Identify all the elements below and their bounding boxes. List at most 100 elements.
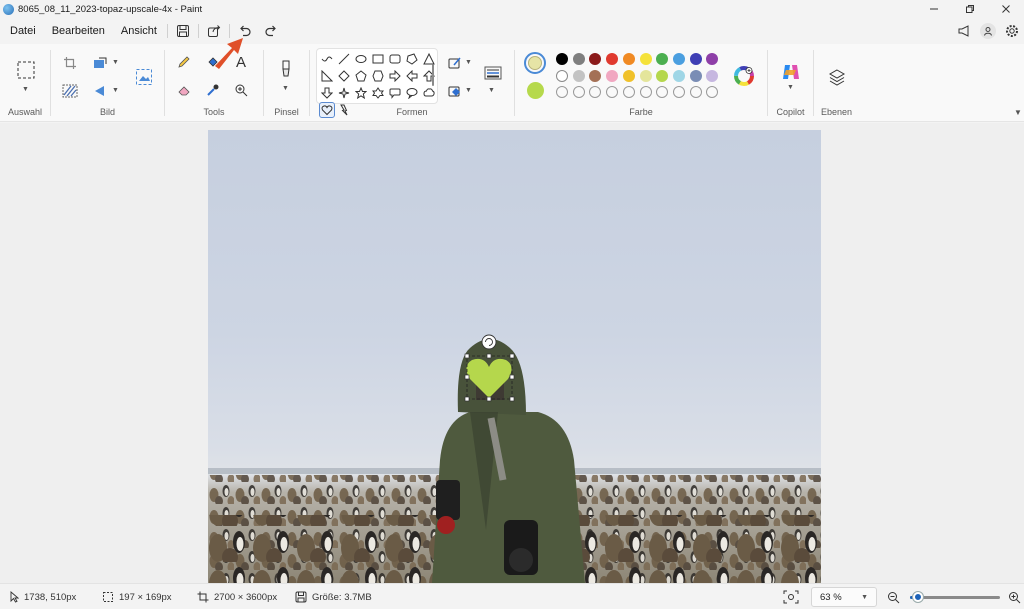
color-swatch[interactable] [556, 53, 568, 65]
menu-view[interactable]: Ansicht [113, 18, 165, 44]
shape-curve[interactable] [319, 51, 335, 67]
settings-button[interactable] [1000, 18, 1024, 44]
minimize-button[interactable] [916, 0, 952, 18]
redo-button[interactable] [258, 18, 284, 44]
primary-color-button[interactable] [524, 52, 546, 74]
down-arrow-shape-icon [321, 87, 333, 99]
zoom-in-button[interactable] [1008, 584, 1024, 609]
color-swatch[interactable] [606, 53, 619, 65]
shape-right-triangle[interactable] [319, 68, 335, 84]
flip-button[interactable] [89, 80, 111, 102]
image-canvas[interactable] [208, 130, 821, 583]
shape-outline-button[interactable] [444, 52, 466, 74]
custom-color-slot[interactable] [639, 86, 652, 98]
zoom-slider-thumb[interactable] [913, 592, 924, 602]
close-window-button[interactable] [988, 0, 1024, 18]
color-swatch[interactable] [706, 53, 719, 65]
custom-color-slot[interactable] [672, 86, 685, 98]
brush-button[interactable] [275, 58, 297, 80]
color-swatch[interactable] [639, 53, 652, 65]
custom-color-slot[interactable] [622, 86, 635, 98]
shape-hexagon[interactable] [370, 68, 386, 84]
select-all-button[interactable] [59, 80, 81, 102]
custom-color-slot[interactable] [606, 86, 619, 98]
color-swatch[interactable] [689, 69, 702, 82]
copilot-button[interactable] [779, 60, 803, 84]
ribbon-collapse-chevron-icon[interactable]: ▼ [1014, 108, 1022, 117]
shape-diamond[interactable] [336, 68, 352, 84]
menu-edit[interactable]: Bearbeiten [44, 18, 113, 44]
custom-color-slot[interactable] [572, 86, 585, 98]
color-swatch[interactable] [639, 69, 652, 82]
color-swatch[interactable] [606, 69, 619, 82]
shape-down-arrow[interactable] [319, 85, 335, 101]
shape-oval[interactable] [353, 51, 369, 67]
chevron-down-icon[interactable]: ▼ [112, 87, 119, 94]
chevron-down-icon[interactable]: ▼ [282, 85, 289, 92]
feedback-button[interactable] [952, 18, 976, 44]
crop-button[interactable] [59, 52, 81, 74]
save-button[interactable] [170, 18, 196, 44]
shape-rounded-callout[interactable] [387, 85, 403, 101]
color-swatch[interactable] [656, 53, 669, 65]
chevron-down-icon[interactable]: ▼ [787, 84, 794, 91]
shape-oval-callout[interactable] [404, 85, 420, 101]
shape-up-arrow[interactable] [421, 68, 437, 84]
custom-color-slot[interactable] [689, 86, 702, 98]
shape-five-point-star[interactable] [353, 85, 369, 101]
zoom-slider[interactable] [910, 592, 1000, 602]
color-swatch[interactable] [672, 53, 685, 65]
color-swatch[interactable] [706, 69, 719, 82]
chevron-down-icon[interactable]: ▼ [112, 59, 119, 66]
shape-four-point-star[interactable] [336, 85, 352, 101]
line-size-button[interactable] [481, 62, 505, 84]
color-swatch[interactable] [589, 53, 602, 65]
edit-colors-button[interactable] [732, 64, 756, 88]
chevron-down-icon[interactable]: ▼ [465, 87, 472, 94]
shape-six-point-star[interactable] [370, 85, 386, 101]
restore-button[interactable] [952, 0, 988, 18]
color-swatch[interactable] [622, 53, 635, 65]
color-picker-button[interactable] [202, 79, 224, 101]
shape-line[interactable] [336, 51, 352, 67]
eraser-tool-button[interactable] [173, 79, 195, 101]
image-background-button[interactable] [131, 64, 157, 90]
shape-pentagon[interactable] [353, 68, 369, 84]
shapes-gallery-scrollbar[interactable] [432, 64, 434, 86]
fit-to-window-button[interactable] [783, 584, 804, 609]
color-swatch[interactable] [556, 69, 568, 82]
shape-right-arrow[interactable] [387, 68, 403, 84]
select-tool-button[interactable] [14, 58, 38, 82]
shape-cloud-callout[interactable] [421, 85, 437, 101]
chevron-down-icon[interactable]: ▼ [465, 59, 472, 66]
magnifier-button[interactable] [230, 79, 252, 101]
resize-button[interactable] [89, 52, 111, 74]
color-swatch[interactable] [572, 69, 585, 82]
color-swatch[interactable] [672, 69, 685, 82]
zoom-out-button[interactable] [887, 584, 905, 609]
custom-color-slot[interactable] [589, 86, 602, 98]
color-swatch[interactable] [656, 69, 669, 82]
pencil-tool-button[interactable] [173, 51, 195, 73]
shape-rectangle[interactable] [370, 51, 386, 67]
chevron-down-icon[interactable]: ▼ [22, 86, 29, 93]
shape-left-arrow[interactable] [404, 68, 420, 84]
color-swatch[interactable] [689, 53, 702, 65]
shape-polygon[interactable] [404, 51, 420, 67]
custom-color-slot[interactable] [556, 86, 568, 98]
color-swatch[interactable] [589, 69, 602, 82]
shape-triangle[interactable] [421, 51, 437, 67]
shape-rounded-rectangle[interactable] [387, 51, 403, 67]
menu-file[interactable]: Datei [2, 18, 44, 44]
zoom-level-select[interactable]: 63 % ▼ [811, 587, 877, 607]
color-swatch[interactable] [572, 53, 585, 65]
secondary-color-button[interactable] [527, 82, 544, 99]
color-swatch[interactable] [622, 69, 635, 82]
account-button[interactable] [976, 18, 1000, 44]
custom-color-slot[interactable] [706, 86, 719, 98]
layers-button[interactable] [826, 66, 848, 88]
custom-color-slot[interactable] [656, 86, 669, 98]
chevron-down-icon[interactable]: ▼ [488, 87, 495, 94]
canvas-area[interactable] [0, 123, 1024, 583]
shape-fill-button[interactable] [444, 80, 466, 102]
